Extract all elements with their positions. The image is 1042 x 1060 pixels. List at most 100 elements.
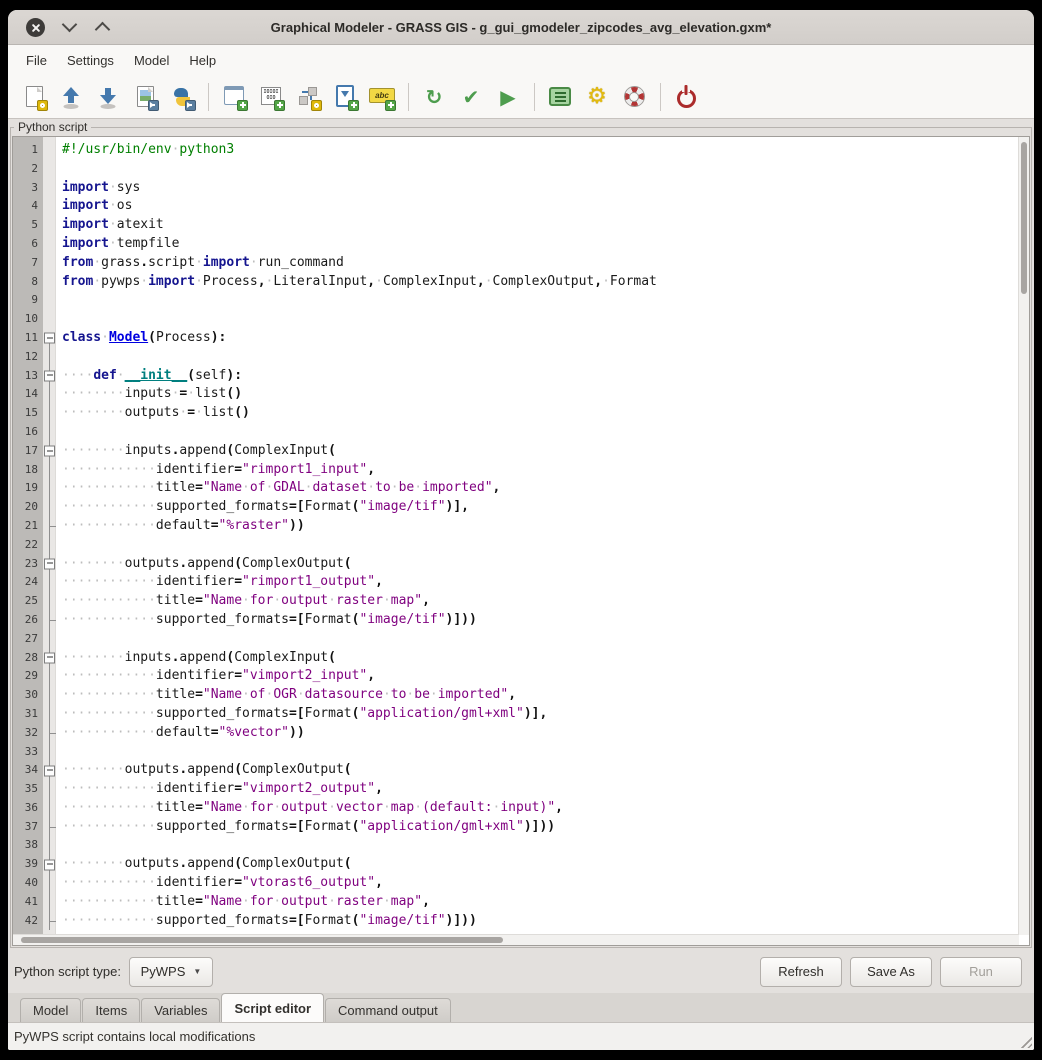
line-number[interactable]: 1 [13,141,43,160]
line-number[interactable]: 35 [13,780,43,799]
line-number[interactable]: 6 [13,235,43,254]
code-line[interactable]: ············supported_formats=[Format("i… [62,498,1029,517]
item-list-button[interactable] [546,83,574,111]
line-number[interactable]: 31 [13,705,43,724]
vertical-scrollbar[interactable] [1018,137,1029,935]
line-number[interactable]: 5 [13,216,43,235]
export-python-button[interactable] [168,83,196,111]
refresh-button[interactable]: Refresh [760,957,842,987]
line-number[interactable]: 36 [13,799,43,818]
line-number[interactable]: 2 [13,160,43,179]
code-line[interactable]: from·pywps·import·Process,·LiteralInput,… [62,273,1029,292]
line-number[interactable]: 3 [13,179,43,198]
code-line[interactable]: ········inputs.append(ComplexInput( [62,442,1029,461]
add-comment-button[interactable]: abc [368,83,396,111]
line-number[interactable]: 7 [13,254,43,273]
fold-toggle-icon[interactable] [44,333,55,344]
resize-grip-icon[interactable] [1018,1034,1032,1048]
tab-variables[interactable]: Variables [141,998,220,1022]
menu-settings[interactable]: Settings [57,53,124,68]
line-number[interactable]: 34 [13,761,43,780]
tab-items[interactable]: Items [82,998,140,1022]
validate-model-button[interactable]: ✔ [457,83,485,111]
line-number[interactable]: 15 [13,404,43,423]
line-number[interactable]: 14 [13,385,43,404]
menu-file[interactable]: File [16,53,57,68]
fold-toggle-icon[interactable] [44,652,55,663]
save-as-button[interactable]: Save As [850,957,932,987]
code-line[interactable]: ············title="Name·of·GDAL·dataset·… [62,479,1029,498]
menu-model[interactable]: Model [124,53,179,68]
code-line[interactable]: ····def·__init__(self): [62,367,1029,386]
code-line[interactable]: ············supported_formats=[Format("i… [62,611,1029,630]
line-number[interactable]: 39 [13,855,43,874]
tab-script-editor[interactable]: Script editor [221,993,324,1022]
code-line[interactable] [62,836,1029,855]
line-number[interactable]: 25 [13,592,43,611]
code-line[interactable]: #!/usr/bin/env·python3 [62,141,1029,160]
line-number[interactable]: 8 [13,273,43,292]
line-number[interactable]: 41 [13,893,43,912]
line-number[interactable]: 37 [13,818,43,837]
fold-toggle-icon[interactable] [44,370,55,381]
fold-toggle-icon[interactable] [44,859,55,870]
line-number[interactable]: 4 [13,197,43,216]
fold-toggle-icon[interactable] [44,558,55,569]
line-number[interactable]: 9 [13,291,43,310]
code-line[interactable]: ············supported_formats=[Format("i… [62,912,1029,931]
line-number[interactable]: 23 [13,555,43,574]
add-loop-button[interactable] [331,83,359,111]
horizontal-scrollbar[interactable] [13,934,1019,945]
code-line[interactable]: ········outputs.append(ComplexOutput( [62,761,1029,780]
line-number[interactable]: 10 [13,310,43,329]
code-line[interactable]: ············default="%vector")) [62,724,1029,743]
line-number-gutter[interactable]: 1234567891011121314151617181920212223242… [13,137,43,945]
settings-button[interactable]: ⚙ [583,83,611,111]
code-line[interactable] [62,743,1029,762]
line-number[interactable]: 38 [13,836,43,855]
code-line[interactable]: ············title="Name·for·output·raste… [62,893,1029,912]
fold-toggle-icon[interactable] [44,446,55,457]
code-line[interactable]: from·grass.script·import·run_command [62,254,1029,273]
add-relation-button[interactable] [294,83,322,111]
add-command-button[interactable] [220,83,248,111]
line-number[interactable]: 22 [13,536,43,555]
code-line[interactable]: ············identifier="rimport1_input", [62,461,1029,480]
load-model-button[interactable] [57,83,85,111]
horizontal-scrollbar-thumb[interactable] [21,937,503,943]
code-line[interactable] [62,291,1029,310]
line-number[interactable]: 24 [13,573,43,592]
fold-toggle-icon[interactable] [44,765,55,776]
vertical-scrollbar-thumb[interactable] [1021,142,1027,294]
line-number[interactable]: 29 [13,667,43,686]
code-line[interactable] [62,423,1029,442]
code-line[interactable]: ············title="Name·for·output·raste… [62,592,1029,611]
line-number[interactable]: 40 [13,874,43,893]
code-line[interactable]: ············identifier="rimport1_output"… [62,573,1029,592]
line-number[interactable]: 28 [13,649,43,668]
line-number[interactable]: 30 [13,686,43,705]
code-line[interactable] [62,630,1029,649]
code-line[interactable]: ········outputs.append(ComplexOutput( [62,855,1029,874]
run-button[interactable]: Run [940,957,1022,987]
line-number[interactable]: 33 [13,743,43,762]
code-line[interactable]: ········inputs·=·list() [62,385,1029,404]
code-line[interactable]: ············title="Name·of·OGR·datasourc… [62,686,1029,705]
fold-margin[interactable] [43,137,56,945]
close-icon[interactable] [26,18,45,37]
add-data-button[interactable]: IOIOI OIO [257,83,285,111]
run-model-button[interactable]: ▶ [494,83,522,111]
tab-model[interactable]: Model [20,998,81,1022]
minimize-icon[interactable] [64,19,74,29]
line-number[interactable]: 12 [13,348,43,367]
line-number[interactable]: 21 [13,517,43,536]
line-number[interactable]: 11 [13,329,43,348]
code-line[interactable]: ········outputs.append(ComplexOutput( [62,555,1029,574]
code-line[interactable]: import·atexit [62,216,1029,235]
code-line[interactable]: ············title="Name·for·output·vecto… [62,799,1029,818]
code-line[interactable]: import·sys [62,179,1029,198]
maximize-icon[interactable] [97,24,107,34]
code-line[interactable]: ············identifier="vimport2_input", [62,667,1029,686]
new-model-button[interactable] [20,83,48,111]
line-number[interactable]: 16 [13,423,43,442]
